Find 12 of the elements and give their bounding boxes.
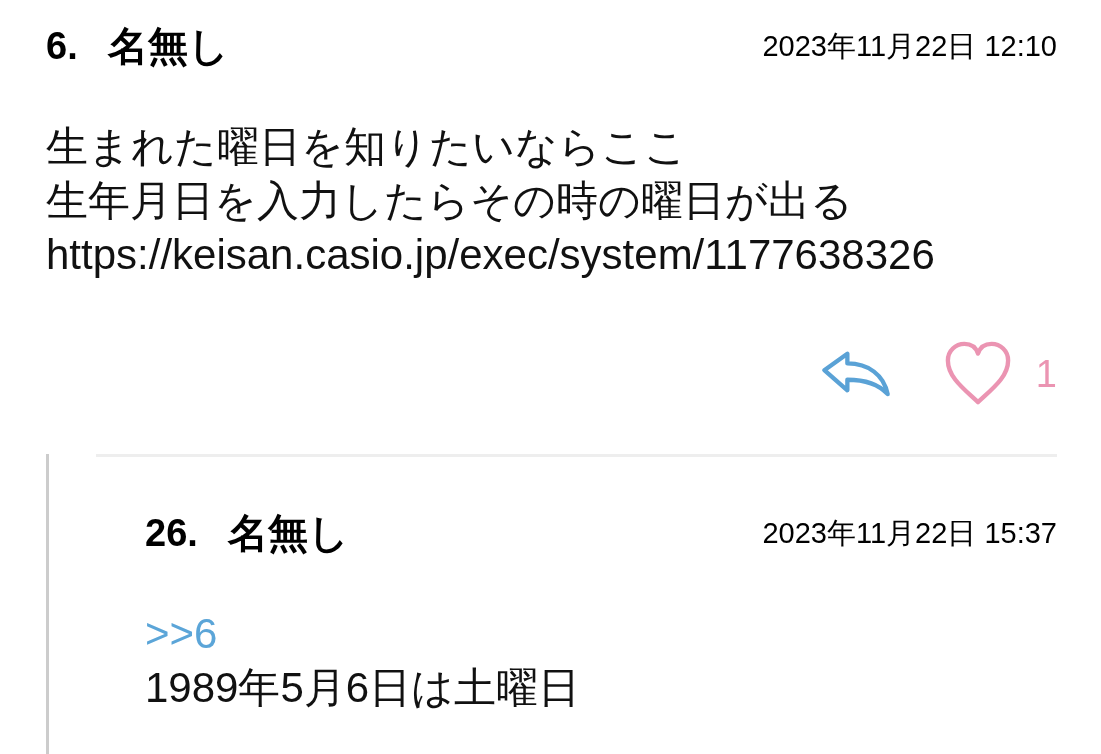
post-timestamp: 2023年11月22日 15:37 <box>762 516 1057 551</box>
reply-anchor-link[interactable]: >>6 <box>145 607 218 661</box>
reply-arrow-icon <box>819 350 892 398</box>
post-timestamp: 2023年11月22日 12:10 <box>762 29 1057 64</box>
post-body: 生まれた曜日を知りたいならここ 生年月日を入力したらその時の曜日が出る https://keisan.casio.jp/exec/system/1177638326 <box>46 122 936 280</box>
reply-button[interactable] <box>819 350 892 398</box>
author-name: 名無し <box>227 510 349 557</box>
author-name: 名無し <box>107 23 229 70</box>
like-button[interactable]: 1 <box>943 340 1057 408</box>
post-number: 26. <box>145 511 198 556</box>
post-body: 1989年5月6日は土曜日 <box>145 663 582 713</box>
post-number: 6. <box>46 24 78 69</box>
